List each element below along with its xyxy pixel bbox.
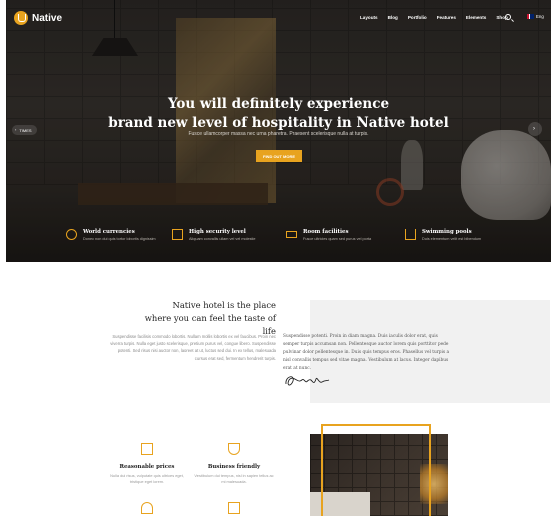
service-reasonable-prices: Reasonable prices Nulla dui risus, vulpu… xyxy=(107,443,187,485)
about-title-line-1: Native hotel is the place xyxy=(172,300,276,310)
air-conditioner-icon xyxy=(286,231,297,238)
feature-title: Swimming pools xyxy=(422,229,472,235)
service-desc: Nulla dui risus, vulputate quis ultrices… xyxy=(110,473,184,484)
logo-text: Native xyxy=(32,12,63,24)
safe-icon xyxy=(172,229,183,240)
feature-title: High security level xyxy=(189,229,246,235)
hero-subtitle: Fusce ullamcorper massa nec urna pharetr… xyxy=(188,131,369,137)
hero-title-line-1: You will definitely experience xyxy=(167,96,390,112)
feature-desc: Donec non dui quis tortor lobortis digni… xyxy=(83,237,156,241)
feature-world-currencies: World currencies Donec non dui quis tort… xyxy=(66,229,156,241)
about-left-text: Suspendisse facilisis commodo lobortis. … xyxy=(110,334,276,361)
feature-title: Room facilities xyxy=(303,229,349,235)
service-business-friendly: Business friendly Vestibulum dui tempus,… xyxy=(194,443,274,485)
slider-prev-button[interactable]: ‹ TIMES xyxy=(12,125,37,135)
service-towels xyxy=(194,502,274,514)
menu-item-blog[interactable]: Blog xyxy=(388,15,398,20)
pool-ladder-icon xyxy=(405,229,416,240)
chevron-left-icon: ‹ xyxy=(15,127,17,132)
wallet-icon xyxy=(141,443,153,455)
shield-check-icon xyxy=(228,443,240,455)
feature-desc: Duis elementum velit est bibendum xyxy=(422,237,482,241)
uk-flag-icon xyxy=(527,14,534,19)
language-switcher[interactable]: Eng xyxy=(527,14,544,19)
slider-next-button[interactable]: › xyxy=(528,122,542,136)
globe-icon xyxy=(66,229,77,240)
menu-item-portfolio[interactable]: Portfolio xyxy=(408,15,427,20)
feature-desc: Fusce ultricies quam sed purus vel porta xyxy=(303,237,372,241)
feature-swimming-pools: Swimming pools Duis elementum velit est … xyxy=(405,229,481,241)
feature-title: World currencies xyxy=(83,229,135,235)
photo-gold-frame xyxy=(321,424,431,516)
hero-title: You will definitely experience brand new… xyxy=(6,95,551,133)
main-menu: Layouts Blog Portfolio Features Elements… xyxy=(360,15,508,20)
service-ironing xyxy=(107,502,187,514)
menu-item-features[interactable]: Features xyxy=(437,15,456,20)
menu-item-elements[interactable]: Elements xyxy=(466,15,486,20)
service-title: Reasonable prices xyxy=(119,464,175,470)
towel-icon xyxy=(228,502,240,514)
about-right-text: Suspendisse potenti. Proin in diam magna… xyxy=(283,334,450,371)
feature-high-security: High security level Aliquam convallis ul… xyxy=(172,229,255,241)
service-title: Business friendly xyxy=(207,464,261,470)
find-out-more-button[interactable]: FIND OUT MORE xyxy=(256,150,302,162)
logo-mark-icon xyxy=(14,11,28,25)
logo[interactable]: Native xyxy=(14,11,62,25)
menu-item-layouts[interactable]: Layouts xyxy=(360,15,378,20)
page: Native Layouts Blog Portfolio Features E… xyxy=(0,0,557,516)
search-icon[interactable] xyxy=(505,14,511,20)
signature xyxy=(285,376,330,386)
language-label: Eng xyxy=(536,14,544,19)
feature-room-facilities: Room facilities Fusce ultricies quam sed… xyxy=(286,229,371,241)
iron-icon xyxy=(141,502,153,514)
feature-desc: Aliquam convallis ullam vel vel molestie xyxy=(189,237,256,241)
chevron-right-icon: › xyxy=(533,126,535,132)
slider-prev-label: TIMES xyxy=(19,127,32,133)
service-desc: Vestibulum dui tempus, nisl in sapien te… xyxy=(194,473,274,484)
